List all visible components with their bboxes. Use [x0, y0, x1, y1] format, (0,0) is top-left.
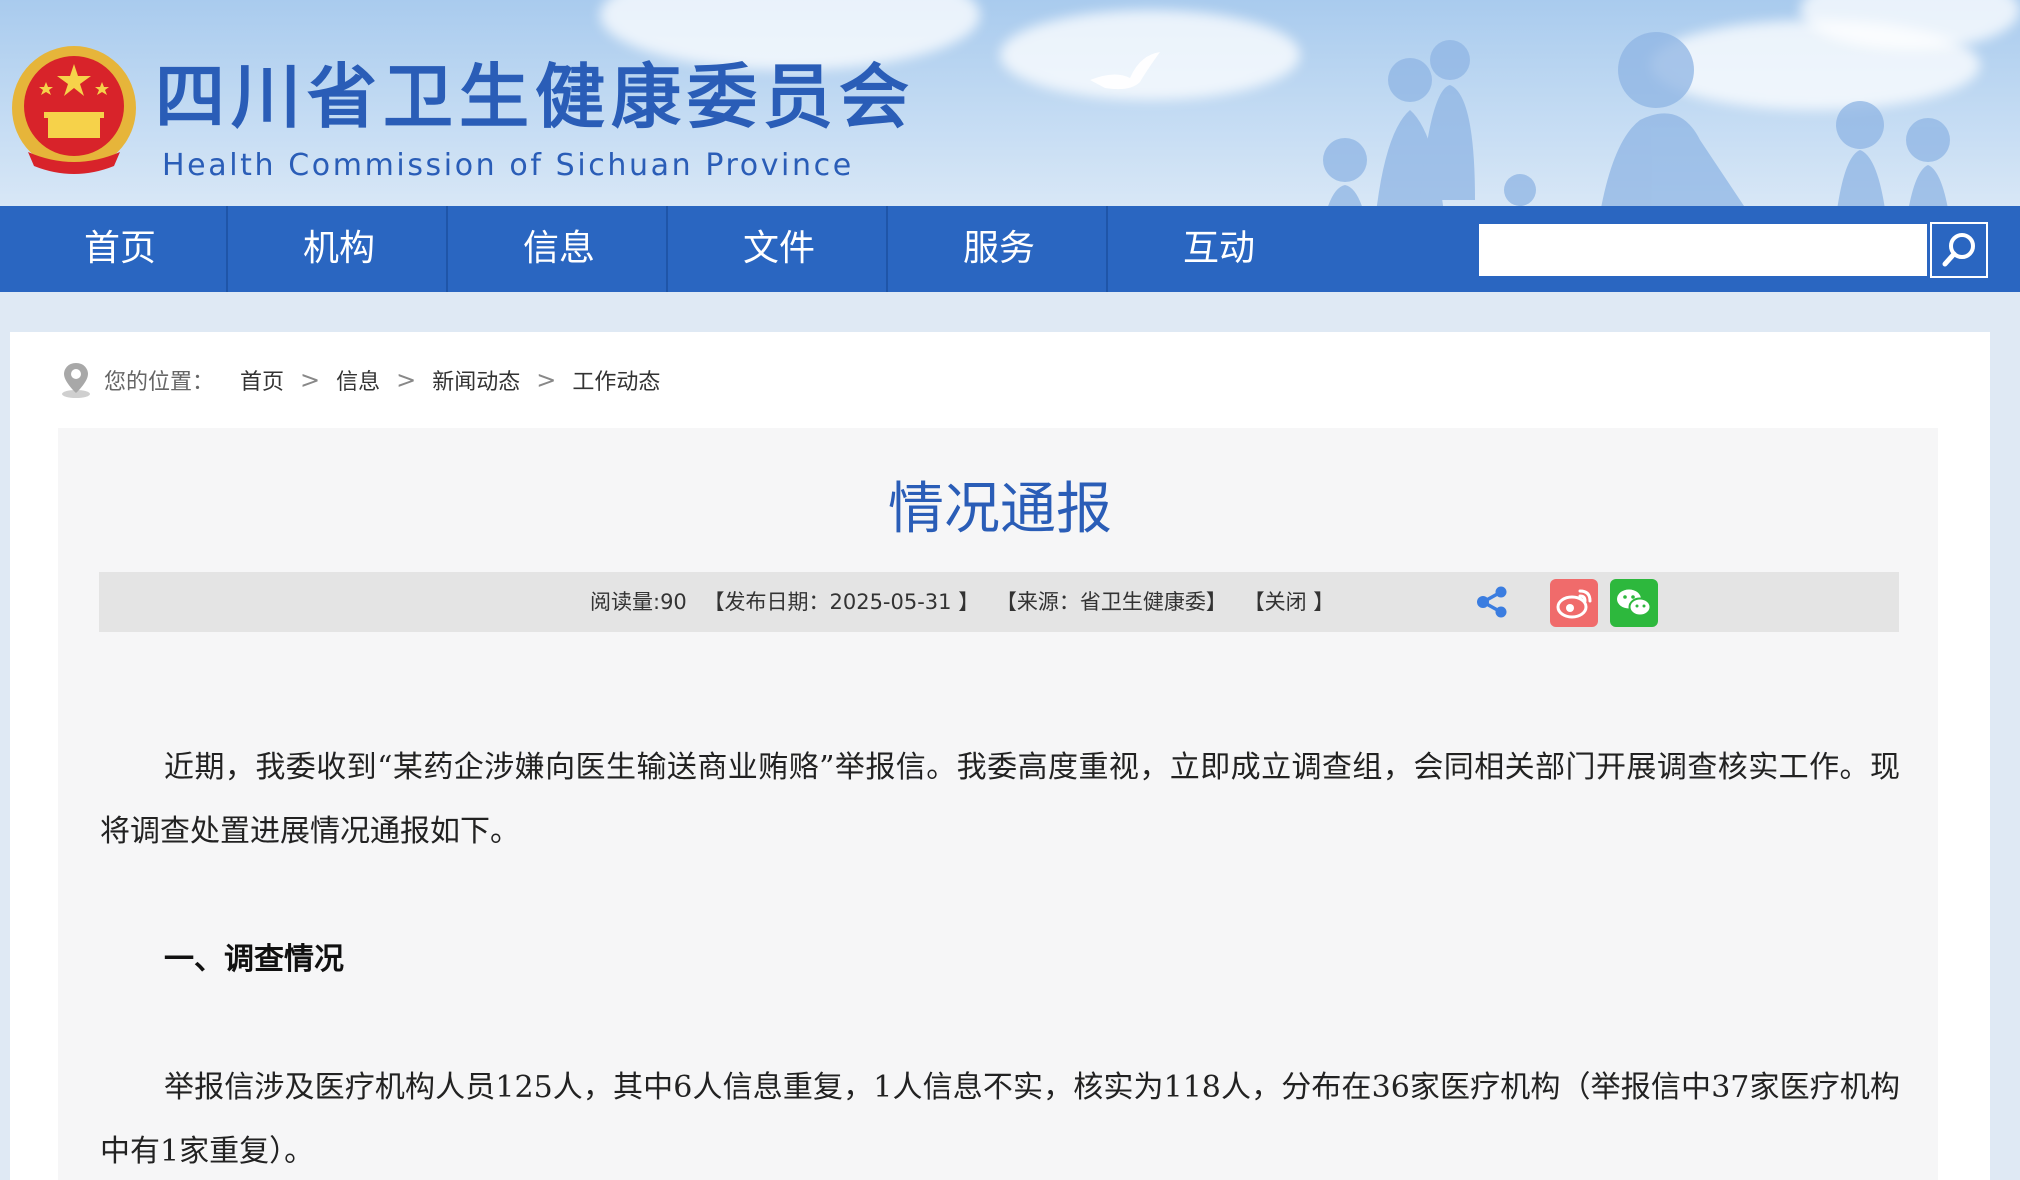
view-count: 阅读量:90: [590, 590, 687, 614]
close-link[interactable]: 【关闭 】: [1244, 590, 1335, 614]
article-source: 【来源：省卫生健康委】: [995, 590, 1227, 614]
location-pin-icon: [62, 363, 90, 398]
nav-divider: [226, 206, 228, 292]
family-silhouette-image: [1323, 32, 1950, 206]
weibo-share-button[interactable]: [1550, 579, 1598, 627]
breadcrumb-information[interactable]: 信息: [336, 364, 380, 396]
article-paragraph: 近期，我委收到“某药企涉嫌向医生输送商业贿赂”举报信。我委高度重视，立即成立调查…: [100, 750, 1900, 849]
nav-item-services[interactable]: 服务: [889, 206, 1109, 292]
wechat-icon: [1617, 589, 1652, 617]
article-title: 情况通报: [888, 477, 1112, 542]
site-subtitle: Health Commission of Sichuan Province: [162, 148, 854, 183]
nav-divider: [446, 206, 448, 292]
breadcrumb-separator: >: [396, 366, 417, 394]
search-icon: [1942, 233, 1975, 267]
breadcrumb-label: 您的位置：: [104, 370, 215, 395]
breadcrumb: 您的位置： 首页 > 信息 > 新闻动态 > 工作动态: [58, 360, 660, 400]
site-title[interactable]: 四川省卫生健康委员会: [155, 62, 915, 132]
article-paragraph: 举报信涉及医疗机构人员125人，其中6人信息重复，1人信息不实，核实为118人，…: [100, 1070, 1900, 1169]
breadcrumb-separator: >: [300, 366, 321, 394]
breadcrumb-home[interactable]: 首页: [240, 364, 284, 396]
weibo-icon: [1556, 589, 1592, 619]
breadcrumb-news[interactable]: 新闻动态: [432, 364, 520, 396]
search-button[interactable]: [1930, 222, 1988, 278]
share-icon[interactable]: [1474, 584, 1510, 620]
nav-item-documents[interactable]: 文件: [669, 206, 889, 292]
nav-divider: [666, 206, 668, 292]
search-box: [1477, 222, 1929, 278]
publish-date: 【发布日期：2025-05-31 】: [703, 590, 980, 614]
nav-divider: [1106, 206, 1108, 292]
article-meta: 阅读量:90 【发布日期：2025-05-31 】 【来源：省卫生健康委】 【关…: [590, 572, 1344, 632]
nav-divider: [886, 206, 888, 292]
dove-icon: [1090, 52, 1160, 90]
wechat-share-button[interactable]: [1610, 579, 1658, 627]
breadcrumb-work-news[interactable]: 工作动态: [572, 364, 660, 396]
breadcrumb-separator: >: [536, 366, 557, 394]
national-emblem-icon: [12, 46, 136, 174]
nav-item-home[interactable]: 首页: [10, 206, 230, 292]
nav-item-interaction[interactable]: 互动: [1109, 206, 1329, 292]
section-heading: 一、调查情况: [164, 942, 344, 977]
nav-item-organization[interactable]: 机构: [229, 206, 449, 292]
header-banner: 四川省卫生健康委员会 Health Commission of Sichuan …: [0, 0, 2020, 206]
nav-item-information[interactable]: 信息: [449, 206, 669, 292]
search-input[interactable]: [1479, 224, 1927, 276]
